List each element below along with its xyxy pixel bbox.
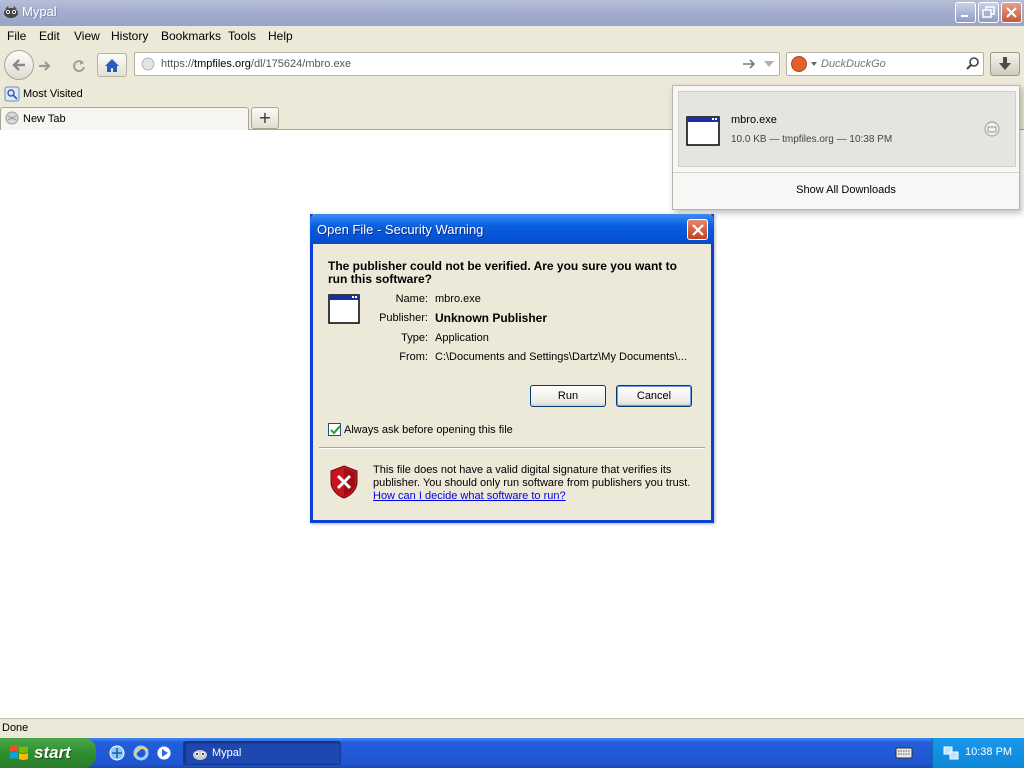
from-value: C:\Documents and Settings\Dartz\My Docum…	[435, 351, 687, 363]
warning-text: This file does not have a valid digital …	[373, 464, 691, 489]
system-tray: 10:38 PM	[932, 738, 1024, 768]
dialog-close-button[interactable]	[687, 219, 708, 240]
taskbar-item-label: Mypal	[212, 747, 242, 759]
search-bar[interactable]	[786, 52, 984, 76]
internet-explorer-icon[interactable]	[132, 744, 150, 762]
reload-button[interactable]	[68, 56, 90, 76]
search-engine-dropdown-icon[interactable]	[811, 62, 817, 66]
media-player-icon[interactable]	[155, 744, 173, 762]
menu-history[interactable]: History	[111, 29, 148, 43]
show-desktop-icon[interactable]	[108, 744, 126, 762]
download-item[interactable]: mbro.exe 10.0 KB — tmpfiles.org — 10:38 …	[678, 91, 1016, 167]
url-dropdown-icon[interactable]	[763, 58, 775, 73]
home-button[interactable]	[97, 53, 127, 77]
dialog-title: Open File - Security Warning	[317, 222, 484, 237]
search-input[interactable]	[821, 56, 961, 72]
tab-label: New Tab	[23, 113, 66, 125]
menu-bar: File Edit View History Bookmarks Tools H…	[0, 26, 1024, 48]
forward-button[interactable]	[34, 56, 56, 76]
window-titlebar[interactable]: Mypal	[0, 0, 1024, 26]
keyboard-icon[interactable]	[895, 746, 913, 763]
checkmark-icon	[330, 425, 341, 435]
close-icon	[692, 224, 704, 236]
dialog-question: The publisher could not be verified. Are…	[328, 259, 677, 286]
menu-tools[interactable]: Tools	[228, 29, 256, 43]
name-value: mbro.exe	[435, 293, 481, 305]
search-icon[interactable]	[965, 56, 981, 75]
bookmark-most-visited[interactable]: Most Visited	[23, 88, 83, 100]
downloads-button[interactable]	[990, 52, 1020, 76]
windows-logo-icon	[9, 744, 29, 765]
home-icon	[105, 58, 119, 72]
forward-arrow-icon	[39, 61, 51, 71]
exe-file-icon	[686, 116, 720, 149]
url-bar[interactable]: https://tmpfiles.org/dl/175624/mbro.exe	[134, 52, 780, 76]
help-link[interactable]: How can I decide what software to run?	[373, 490, 566, 502]
cancel-button[interactable]: Cancel	[616, 385, 692, 407]
from-label: From:	[399, 351, 428, 363]
menu-bookmarks[interactable]: Bookmarks	[161, 29, 221, 43]
type-label: Type:	[401, 332, 428, 344]
taskbar-item-mypal[interactable]: Mypal	[183, 741, 341, 765]
status-text: Done	[2, 722, 29, 734]
name-label: Name:	[395, 293, 428, 305]
navigation-toolbar: https://tmpfiles.org/dl/175624/mbro.exe	[0, 48, 1024, 84]
dialog-titlebar[interactable]: Open File - Security Warning	[310, 214, 714, 244]
tab-new-tab[interactable]: New Tab	[0, 107, 249, 130]
url-text[interactable]: https://tmpfiles.org/dl/175624/mbro.exe	[161, 58, 351, 70]
status-bar: Done	[0, 718, 1024, 738]
dialog-divider	[319, 447, 705, 449]
back-arrow-icon	[12, 59, 25, 71]
menu-file[interactable]: File	[7, 29, 26, 43]
always-ask-checkbox[interactable]	[328, 423, 341, 436]
reload-icon	[73, 60, 85, 73]
download-file-meta: 10.0 KB — tmpfiles.org — 10:38 PM	[731, 134, 893, 145]
back-button[interactable]	[4, 50, 34, 80]
go-arrow-icon[interactable]	[741, 56, 757, 75]
new-tab-button[interactable]: +	[251, 107, 279, 129]
mypal-logo-icon	[3, 4, 19, 20]
divider	[673, 172, 1019, 173]
taskbar: start Mypal 10:38 PM	[0, 738, 1024, 768]
restore-button[interactable]	[978, 2, 999, 23]
window-title: Mypal	[22, 4, 57, 19]
menu-view[interactable]: View	[74, 29, 100, 43]
site-identity-icon[interactable]	[141, 57, 155, 74]
most-visited-icon	[4, 86, 20, 105]
start-label: start	[34, 743, 71, 762]
run-button[interactable]: Run	[530, 385, 606, 407]
menu-edit[interactable]: Edit	[39, 29, 60, 43]
show-all-downloads-link[interactable]: Show All Downloads	[673, 184, 1019, 196]
menu-help[interactable]: Help	[268, 29, 293, 43]
security-warning-dialog: Open File - Security Warning The publish…	[310, 214, 714, 523]
start-button[interactable]: start	[0, 738, 96, 768]
always-ask-label[interactable]: Always ask before opening this file	[344, 424, 513, 436]
close-button[interactable]	[1001, 2, 1022, 23]
mypal-logo-icon	[192, 746, 208, 765]
network-icon[interactable]	[943, 745, 959, 764]
publisher-label: Publisher:	[379, 312, 428, 324]
application-icon	[328, 294, 360, 327]
tab-page-icon	[5, 111, 19, 128]
type-value: Application	[435, 332, 489, 344]
duckduckgo-icon[interactable]	[791, 56, 807, 72]
open-folder-icon[interactable]	[984, 121, 1000, 140]
downloads-panel: mbro.exe 10.0 KB — tmpfiles.org — 10:38 …	[672, 85, 1020, 210]
download-file-name: mbro.exe	[731, 114, 777, 126]
security-shield-icon	[329, 465, 359, 502]
clock: 10:38 PM	[965, 746, 1013, 758]
publisher-value: Unknown Publisher	[435, 311, 548, 325]
download-arrow-icon	[999, 57, 1011, 70]
minimize-button[interactable]	[955, 2, 976, 23]
